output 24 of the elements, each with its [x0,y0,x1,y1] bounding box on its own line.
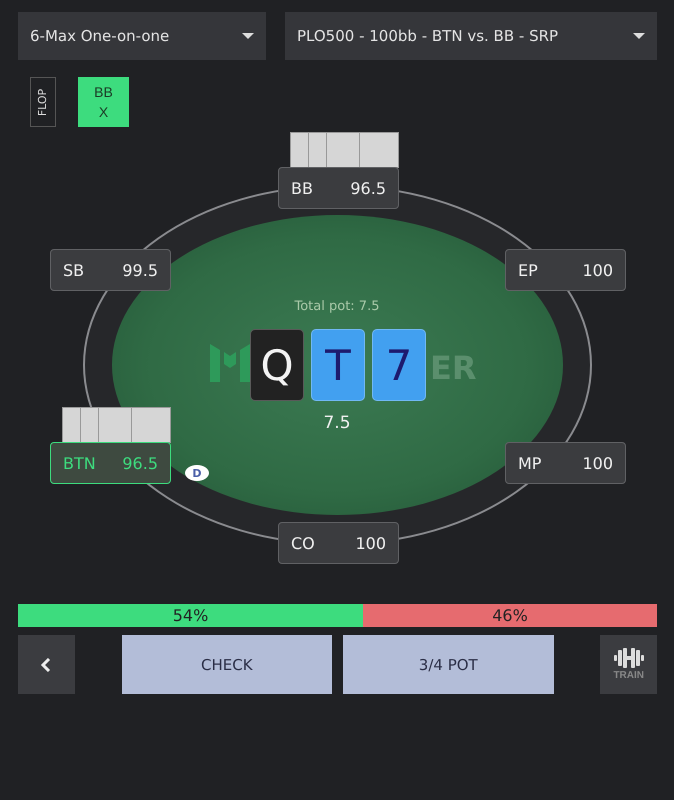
board-card: 7 [372,329,426,401]
player-seat[interactable]: SB 99.5 [50,249,171,291]
action-button[interactable]: CHECK [122,635,332,694]
back-icon [41,658,52,672]
action-history-item[interactable]: BB X [78,77,129,127]
dumbbell-icon [614,648,644,668]
board-card: Q [250,329,304,401]
player-seat[interactable]: MP 100 [505,442,626,484]
back-button[interactable] [18,635,75,694]
player-seat[interactable]: CO 100 [278,522,399,564]
strategy-bar-segment: 54% [18,604,364,627]
dropdown[interactable]: PLO500 - 100bb - BTN vs. BB - SRP [285,12,657,60]
board-card: T [311,329,365,401]
player-seat[interactable]: BB 96.5 [278,167,399,209]
pot-amount: 7.5 [323,413,351,433]
player-seat[interactable]: BTN 96.5 [50,442,171,484]
total-pot: Total pot: 7.5 [294,299,380,314]
dropdown[interactable]: 6-Max One-on-one [18,12,266,60]
action-button[interactable]: 3/4 POT [343,635,554,694]
caret-icon [242,33,254,39]
player-seat[interactable]: EP 100 [505,249,626,291]
logo-icon [210,344,250,382]
caret-icon [633,33,645,39]
street-label: FLOP [30,77,56,127]
